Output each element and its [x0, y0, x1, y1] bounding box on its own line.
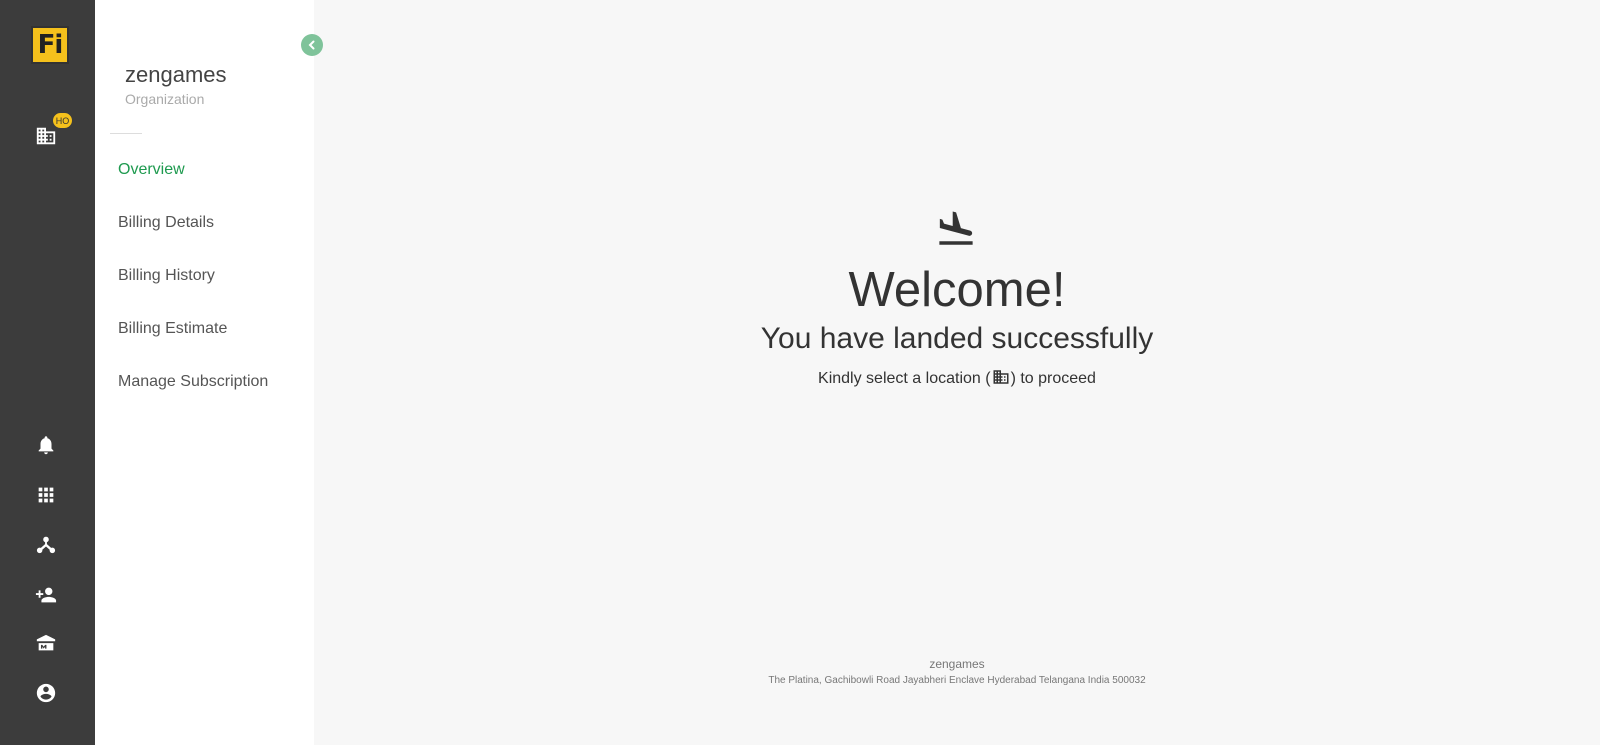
org-subtitle: Organization — [125, 91, 205, 107]
footer-org-name: zengames — [929, 657, 985, 671]
sidebar-item-billing-details[interactable]: Billing Details — [118, 214, 214, 232]
plane-landing-icon — [935, 208, 977, 250]
app-rail: Fi HO — [0, 0, 95, 745]
landed-subtitle: You have landed successfully — [760, 322, 1154, 355]
instruction-after: ) to proceed — [1010, 370, 1096, 387]
building-icon[interactable] — [34, 124, 58, 148]
hierarchy-icon[interactable] — [34, 533, 58, 557]
bell-icon[interactable] — [34, 433, 58, 457]
apps-grid-icon[interactable] — [34, 483, 58, 507]
org-name: zengames — [125, 62, 227, 87]
welcome-heading: Welcome! — [848, 263, 1066, 317]
account-circle-icon[interactable] — [34, 681, 58, 705]
location-instruction: Kindly select a location ( ) to proceed — [314, 368, 1600, 388]
sidebar-item-billing-history[interactable]: Billing History — [118, 267, 215, 285]
footer-address: The Platina, Gachibowli Road Jayabheri E… — [768, 675, 1146, 686]
add-person-icon[interactable] — [34, 583, 58, 607]
chevron-left-icon — [308, 40, 315, 50]
building-icon — [991, 368, 1011, 386]
sidebar-item-billing-estimate[interactable]: Billing Estimate — [118, 320, 227, 338]
sidebar-item-overview[interactable]: Overview — [118, 161, 185, 179]
bank-icon[interactable] — [34, 632, 58, 656]
sidebar-item-manage-subscription[interactable]: Manage Subscription — [118, 373, 268, 391]
collapse-sidebar-button[interactable] — [301, 34, 323, 56]
ho-badge: HO — [53, 113, 72, 128]
app-logo[interactable]: Fi — [31, 26, 69, 64]
instruction-before: Kindly select a location ( — [818, 370, 991, 387]
sidebar-divider — [110, 133, 142, 134]
